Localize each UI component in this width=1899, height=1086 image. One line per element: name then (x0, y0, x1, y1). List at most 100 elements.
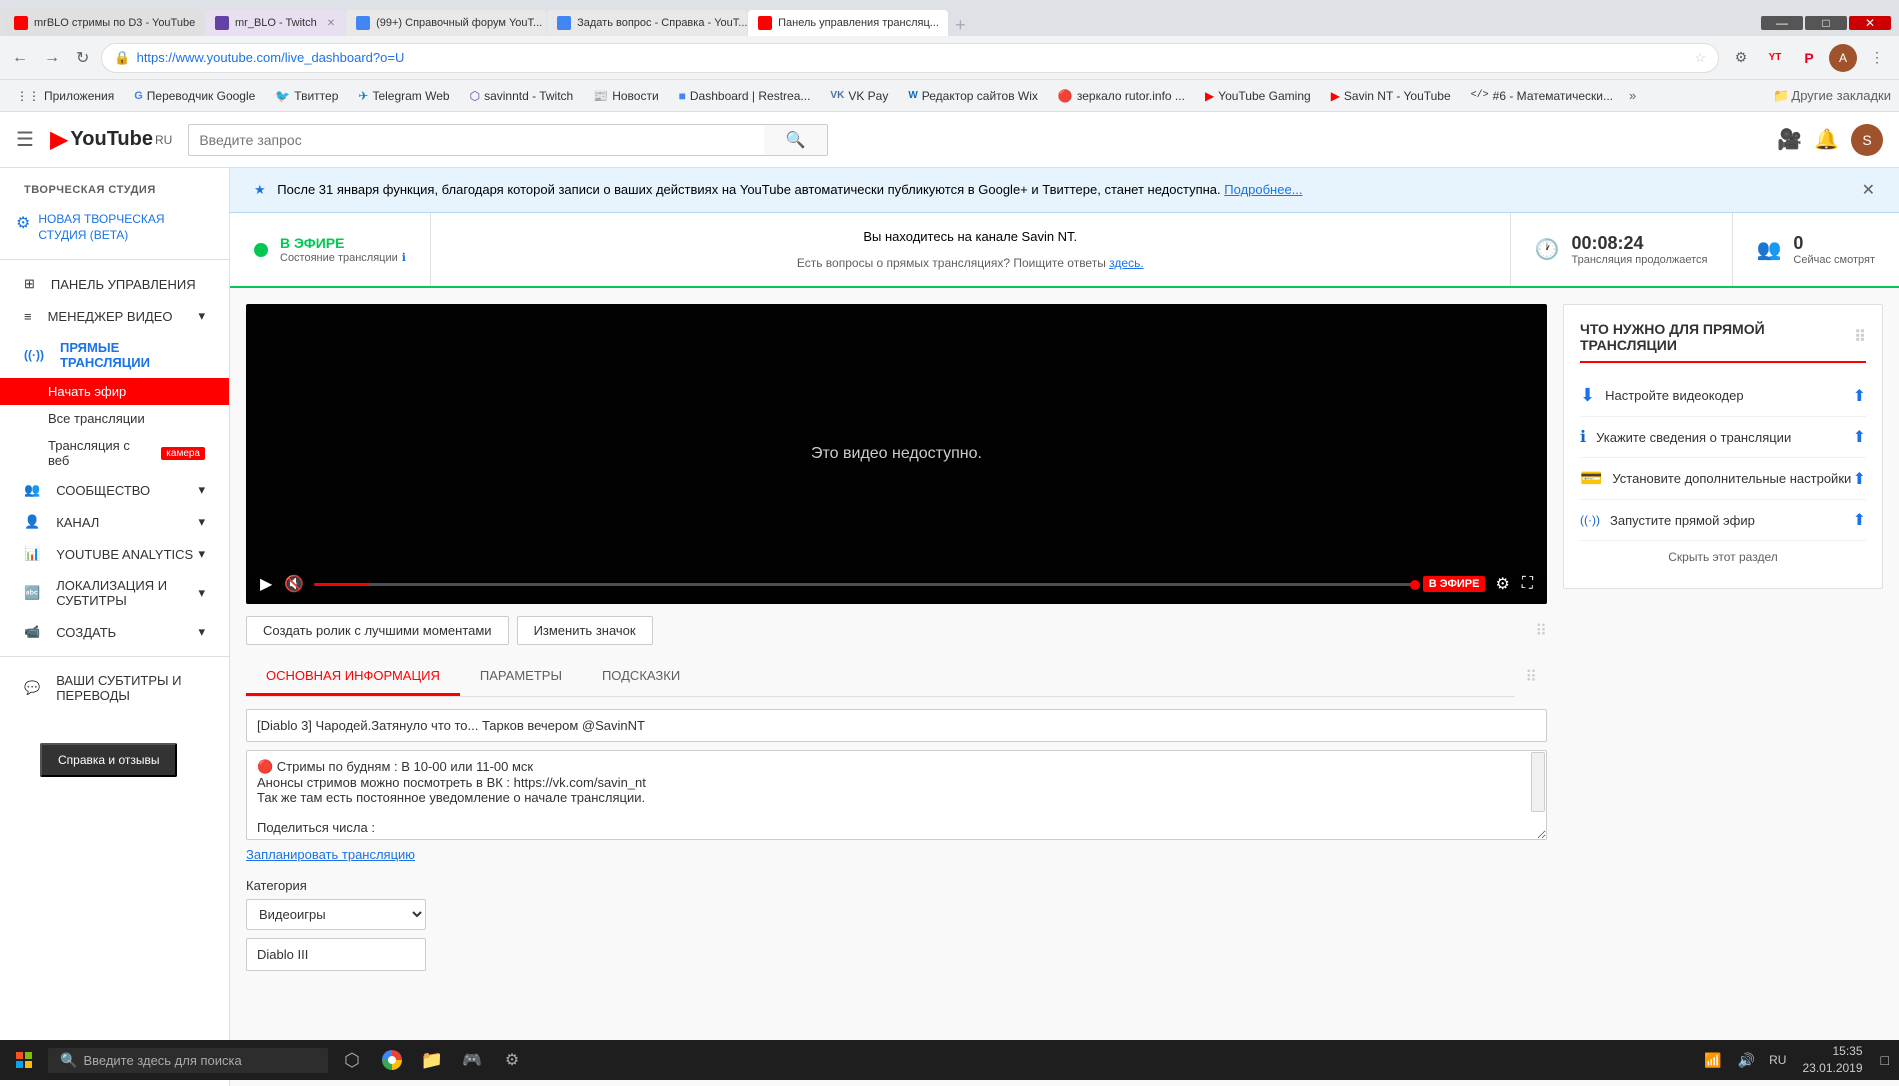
right-panel-grid-icon[interactable]: ⠿ (1854, 327, 1866, 347)
sidebar-webcam-stream[interactable]: Трансляция с веб камера (0, 432, 229, 474)
new-tab-button[interactable]: + (949, 15, 972, 36)
camera-icon[interactable]: 🎥 (1777, 127, 1802, 152)
menu-button[interactable]: ☰ (16, 127, 34, 152)
sidebar-item-create[interactable]: 📹 СОЗДАТЬ ▾ (0, 616, 229, 648)
hide-section-button[interactable]: Скрыть этот раздел (1668, 550, 1778, 564)
scrollbar[interactable] (1531, 752, 1545, 812)
tab-5[interactable]: Панель управления трансляц... ✕ (748, 10, 948, 36)
taskbar-chrome[interactable] (372, 1040, 412, 1080)
sidebar-all-streams[interactable]: Все трансляции (0, 405, 229, 432)
play-button[interactable]: ▶ (258, 572, 274, 596)
bookmark-twitch[interactable]: ⬡ savinntd - Twitch (462, 87, 582, 105)
win-maximize[interactable]: □ (1805, 16, 1847, 30)
help-button[interactable]: Справка и отзывы (40, 743, 177, 777)
schedule-link[interactable]: Запланировать трансляцию (246, 843, 1547, 866)
search-button[interactable]: 🔍 (764, 124, 828, 156)
win-close[interactable]: ✕ (1849, 16, 1891, 30)
taskbar-app2[interactable]: ⚙ (492, 1040, 532, 1080)
tab-hints[interactable]: ПОДСКАЗКИ (582, 658, 700, 696)
sidebar-start-live[interactable]: Начать эфир (0, 378, 229, 405)
sidebar-item-community[interactable]: 👥 СООБЩЕСТВО ▾ (0, 474, 229, 506)
address-bar[interactable]: 🔒 https://www.youtube.com/live_dashboard… (101, 43, 1719, 73)
yt-logo[interactable]: ▶ YouTubeRU (50, 125, 172, 154)
taskbar-app1[interactable]: 🎮 (452, 1040, 492, 1080)
sidebar-new-studio[interactable]: ⚙ НОВАЯ ТВОРЧЕСКАЯ СТУДИЯ (BETA) (0, 204, 229, 251)
notification-tray-icon[interactable]: □ (1875, 1052, 1895, 1068)
info-icon[interactable]: ℹ (402, 251, 406, 264)
browser-menu[interactable]: ⋮ (1863, 44, 1891, 72)
description-textarea[interactable]: 🔴 Стримы по будням : В 10-00 или 11-00 м… (246, 750, 1547, 840)
network-icon[interactable]: 📶 (1698, 1052, 1727, 1069)
action-grid-icon[interactable]: ⠿ (1535, 621, 1547, 641)
tab-params[interactable]: ПАРАМЕТРЫ (460, 658, 582, 696)
golive-action-icon[interactable]: ⬆ (1853, 510, 1866, 530)
taskbar-lang[interactable]: RU (1765, 1053, 1790, 1067)
settings-video-button[interactable]: ⚙ (1493, 572, 1511, 596)
bookmark-apps[interactable]: ⋮⋮ Приложения (8, 87, 122, 105)
sidebar-item-subtitles[interactable]: 💬 ВАШИ СУБТИТРЫ И ПЕРЕВОДЫ (0, 665, 229, 711)
youtube-ext-icon[interactable]: YT (1761, 44, 1789, 72)
pinterest-icon[interactable]: P (1795, 44, 1823, 72)
tab-3[interactable]: (99+) Справочный форум YouT... ✕ (346, 10, 546, 36)
volume-icon[interactable]: 🔊 (1732, 1052, 1761, 1069)
change-icon-button[interactable]: Изменить значок (517, 616, 653, 645)
search-input[interactable] (188, 124, 764, 156)
bookmark-rutor[interactable]: 🔴 зеркало rutor.info ... (1050, 87, 1193, 105)
sidebar-item-live[interactable]: ((·)) ПРЯМЫЕ ТРАНСЛЯЦИИ (0, 332, 229, 378)
tab-main-info[interactable]: ОСНОВНАЯ ИНФОРМАЦИЯ (246, 658, 460, 696)
mute-button[interactable]: 🔇 (282, 572, 306, 596)
encoder-label[interactable]: Настройте видеокодер (1605, 388, 1743, 403)
info-label[interactable]: Укажите сведения о трансляции (1596, 430, 1791, 445)
settings-action-icon[interactable]: ⬆ (1853, 469, 1866, 489)
start-button[interactable] (4, 1040, 44, 1080)
bookmark-ytgaming[interactable]: ▶ YouTube Gaming (1197, 87, 1319, 105)
sidebar-item-analytics[interactable]: 📊 YOUTUBE ANALYTICS ▾ (0, 538, 229, 570)
user-avatar[interactable]: S (1851, 124, 1883, 156)
sidebar-item-localization[interactable]: 🔤 ЛОКАЛИЗАЦИЯ И СУБТИТРЫ ▾ (0, 570, 229, 616)
tab-1[interactable]: mrBLO стримы по D3 - YouTube ✕ (4, 10, 204, 36)
taskbar-cortana[interactable]: ⬡ (332, 1040, 372, 1080)
other-bookmarks[interactable]: 📁 Другие закладки (1773, 88, 1891, 104)
taskbar-explorer[interactable]: 📁 (412, 1040, 452, 1080)
bookmark-wix[interactable]: W Редактор сайтов Wix (900, 87, 1046, 105)
address-star-icon[interactable]: ☆ (1694, 50, 1706, 66)
win-minimize[interactable]: — (1761, 16, 1803, 30)
notification-icon[interactable]: 🔔 (1814, 127, 1839, 152)
extensions-icon[interactable]: ⚙ (1727, 44, 1755, 72)
bookmark-math[interactable]: </> #6 - Математически... (1463, 87, 1621, 105)
encoder-action-icon[interactable]: ⬆ (1853, 386, 1866, 406)
notification-link[interactable]: Подробнее... (1224, 182, 1302, 197)
video-progress-bar[interactable] (314, 583, 1415, 586)
golive-label[interactable]: Запустите прямой эфир (1610, 513, 1755, 528)
tab-close-2[interactable]: ✕ (327, 18, 335, 29)
category-select[interactable]: ВидеоигрыМузыкаСпортИгрыДругое (246, 899, 426, 930)
bookmark-translate[interactable]: G Переводчик Google (126, 87, 263, 105)
tabs-grid-icon[interactable]: ⠿ (1515, 657, 1547, 697)
settings-label[interactable]: Установите дополнительные настройки (1612, 471, 1851, 486)
taskbar-search[interactable]: 🔍 Введите здесь для поиска (48, 1048, 328, 1073)
bookmark-twitter[interactable]: 🐦 Твиттер (267, 87, 346, 105)
video-player[interactable]: Это видео недоступно. ▶ 🔇 (246, 304, 1547, 604)
channel-help-link[interactable]: здесь. (1109, 256, 1144, 270)
bookmark-telegram[interactable]: ✈ Telegram Web (350, 87, 457, 105)
create-clip-button[interactable]: Создать ролик с лучшими моментами (246, 616, 509, 645)
title-input[interactable]: [Diablo 3] Чародей.Затянуло что то... Та… (246, 709, 1547, 742)
back-button[interactable]: ← (8, 45, 32, 71)
tab-4[interactable]: Задать вопрос - Справка - YouT... ✕ (547, 10, 747, 36)
bookmark-news[interactable]: 📰 Новости (585, 87, 666, 105)
sidebar-item-dashboard[interactable]: ⊞ ПАНЕЛЬ УПРАВЛЕНИЯ (0, 268, 229, 300)
sidebar-item-video-manager[interactable]: ≡ МЕНЕДЖЕР ВИДЕО ▾ (0, 300, 229, 332)
forward-button[interactable]: → (40, 45, 64, 71)
banner-close-button[interactable]: ✕ (1862, 180, 1875, 200)
bookmark-dashboard[interactable]: ■ Dashboard | Restrea... (671, 87, 819, 105)
reload-button[interactable]: ↻ (72, 44, 93, 72)
bookmark-vkpay[interactable]: VK VK Pay (822, 87, 896, 105)
tab-2[interactable]: mr_BLO - Twitch ✕ (205, 10, 345, 36)
info-action-icon[interactable]: ⬆ (1853, 427, 1866, 447)
sidebar-item-channel[interactable]: 👤 КАНАЛ ▾ (0, 506, 229, 538)
more-bookmarks[interactable]: » (1629, 88, 1636, 103)
browser-profile[interactable]: A (1829, 44, 1857, 72)
game-input[interactable]: Diablo III (246, 938, 426, 971)
bookmark-savinnt[interactable]: ▶ Savin NT - YouTube (1323, 87, 1459, 105)
fullscreen-button[interactable]: ⛶ (1520, 573, 1535, 595)
